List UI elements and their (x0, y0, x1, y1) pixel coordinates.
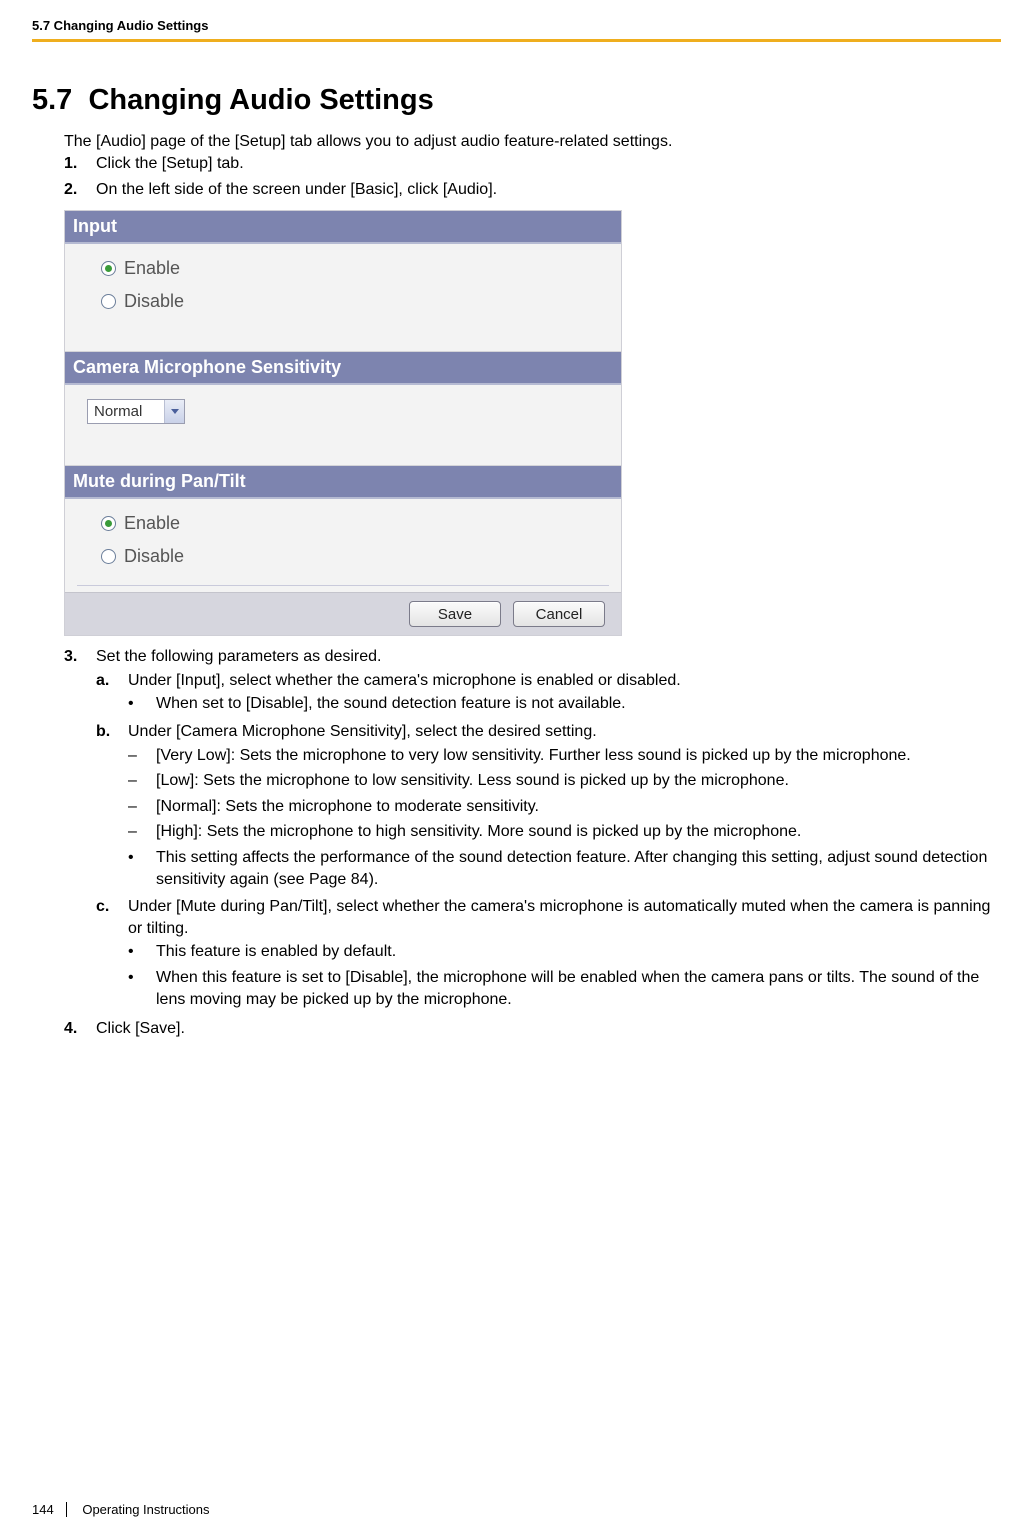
dash-text: [High]: Sets the microphone to high sens… (156, 821, 801, 843)
sensitivity-section-header: Camera Microphone Sensitivity (65, 352, 621, 385)
radio-label: Enable (124, 258, 180, 279)
bullet-item: • When set to [Disable], the sound detec… (128, 691, 1001, 717)
section-number: 5.7 (32, 84, 72, 116)
save-button[interactable]: Save (409, 601, 501, 627)
substep-marker: b. (96, 721, 118, 892)
substep-a: a. Under [Input], select whether the cam… (96, 668, 1001, 719)
step-text: Click [Save]. (96, 1018, 185, 1040)
chevron-down-icon (171, 409, 179, 414)
cancel-button[interactable]: Cancel (513, 601, 605, 627)
dropdown-button[interactable] (164, 400, 184, 423)
substep-c: c. Under [Mute during Pan/Tilt], select … (96, 894, 1001, 1014)
dash-icon: – (128, 745, 142, 767)
dash-icon: – (128, 770, 142, 792)
bullet-icon: • (128, 847, 142, 890)
intro-text: The [Audio] page of the [Setup] tab allo… (64, 133, 1001, 151)
step-4: 4. Click [Save]. (64, 1016, 1001, 1042)
step-2: 2. On the left side of the screen under … (64, 177, 1001, 203)
substep-text: Under [Input], select whether the camera… (128, 672, 681, 689)
dash-text: [Low]: Sets the microphone to low sensit… (156, 770, 789, 792)
substep-text: Under [Camera Microphone Sensitivity], s… (128, 723, 597, 740)
mute-disable-option[interactable]: Disable (101, 540, 613, 573)
radio-selected-icon (101, 516, 116, 531)
substep-b: b. Under [Camera Microphone Sensitivity]… (96, 719, 1001, 894)
bullet-icon: • (128, 693, 142, 715)
section-text: Changing Audio Settings (88, 84, 433, 116)
bullet-item: • This feature is enabled by default. (128, 939, 1001, 965)
radio-unselected-icon (101, 294, 116, 309)
radio-unselected-icon (101, 549, 116, 564)
page-number: 144 (32, 1502, 67, 1517)
step-marker: 2. (64, 179, 86, 201)
divider (77, 585, 609, 586)
dash-item: – [Normal]: Sets the microphone to moder… (128, 794, 1001, 820)
page-footer: 144 Operating Instructions (32, 1502, 210, 1517)
bullet-text: When set to [Disable], the sound detecti… (156, 693, 626, 715)
step-1: 1. Click the [Setup] tab. (64, 151, 1001, 177)
dash-item: – [Low]: Sets the microphone to low sens… (128, 768, 1001, 794)
step-text: Click the [Setup] tab. (96, 153, 244, 175)
radio-label: Disable (124, 291, 184, 312)
audio-settings-panel: Input Enable Disable Camera Microphone S… (64, 210, 622, 636)
step-3: 3. Set the following parameters as desir… (64, 644, 1001, 1016)
step-text: Set the following parameters as desired. (96, 648, 381, 665)
dash-icon: – (128, 796, 142, 818)
substep-marker: c. (96, 896, 118, 1012)
bullet-text: This setting affects the performance of … (156, 847, 1001, 890)
bullet-item: • When this feature is set to [Disable],… (128, 965, 1001, 1012)
step-marker: 4. (64, 1018, 86, 1040)
bullet-text: When this feature is set to [Disable], t… (156, 967, 1001, 1010)
step-text: On the left side of the screen under [Ba… (96, 179, 497, 201)
dash-text: [Normal]: Sets the microphone to moderat… (156, 796, 539, 818)
mute-section-header: Mute during Pan/Tilt (65, 466, 621, 499)
radio-label: Enable (124, 513, 180, 534)
radio-selected-icon (101, 261, 116, 276)
dash-icon: – (128, 821, 142, 843)
input-section-header: Input (65, 211, 621, 244)
sensitivity-select[interactable]: Normal (87, 399, 185, 424)
substep-text: Under [Mute during Pan/Tilt], select whe… (128, 898, 990, 937)
running-header: 5.7 Changing Audio Settings (32, 18, 1001, 42)
substep-marker: a. (96, 670, 118, 717)
dash-item: – [High]: Sets the microphone to high se… (128, 819, 1001, 845)
bullet-icon: • (128, 967, 142, 1010)
step-marker: 1. (64, 153, 86, 175)
doc-name: Operating Instructions (82, 1502, 209, 1517)
bullet-icon: • (128, 941, 142, 963)
input-enable-option[interactable]: Enable (101, 252, 613, 285)
step-marker: 3. (64, 646, 86, 1014)
bullet-text: This feature is enabled by default. (156, 941, 396, 963)
dash-text: [Very Low]: Sets the microphone to very … (156, 745, 911, 767)
input-disable-option[interactable]: Disable (101, 285, 613, 318)
dash-item: – [Very Low]: Sets the microphone to ver… (128, 743, 1001, 769)
mute-enable-option[interactable]: Enable (101, 507, 613, 540)
select-value: Normal (88, 403, 164, 420)
bullet-item: • This setting affects the performance o… (128, 845, 1001, 892)
radio-label: Disable (124, 546, 184, 567)
page-title: 5.7 Changing Audio Settings (32, 84, 1001, 117)
